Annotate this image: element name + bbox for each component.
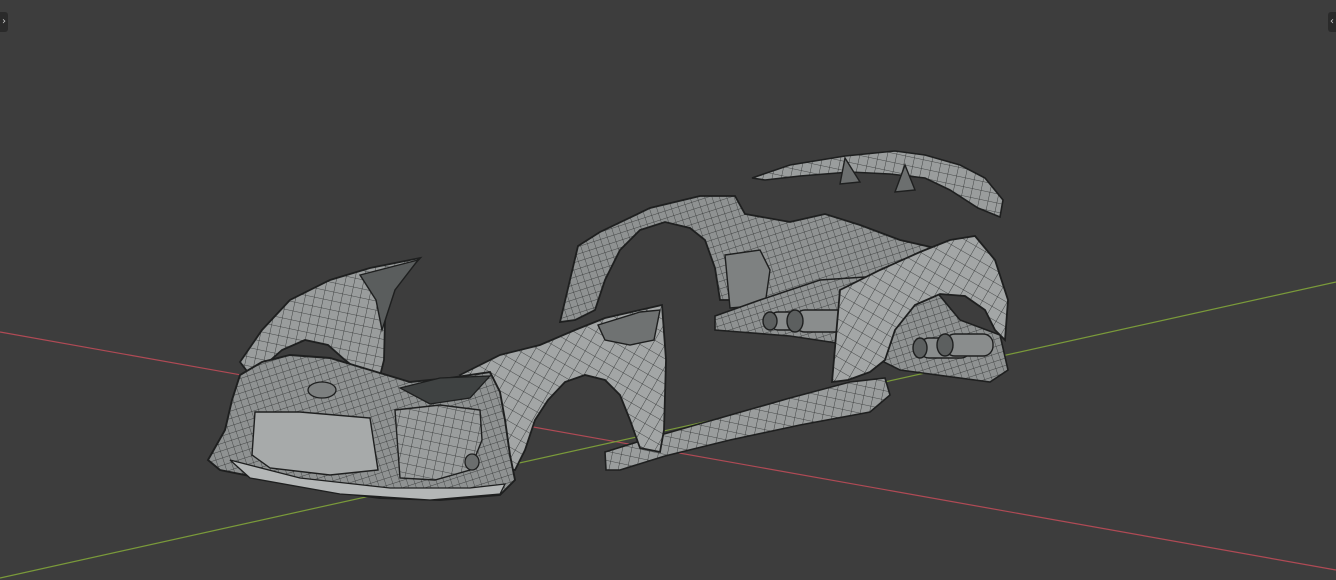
viewport-scene[interactable]: [0, 0, 1336, 580]
front-bumper[interactable]: [206, 354, 517, 501]
3d-viewport[interactable]: › ‹: [0, 0, 1336, 580]
sidebar-toggle-right[interactable]: ‹: [1328, 12, 1336, 32]
rear-wing[interactable]: [751, 150, 1004, 219]
chevron-left-icon: ‹: [1330, 16, 1334, 27]
y-axis-line: [0, 281, 1336, 579]
chevron-right-icon: ›: [2, 16, 6, 27]
exhaust-tip-4: [936, 333, 994, 357]
toolbar-toggle-left[interactable]: ›: [0, 12, 8, 32]
